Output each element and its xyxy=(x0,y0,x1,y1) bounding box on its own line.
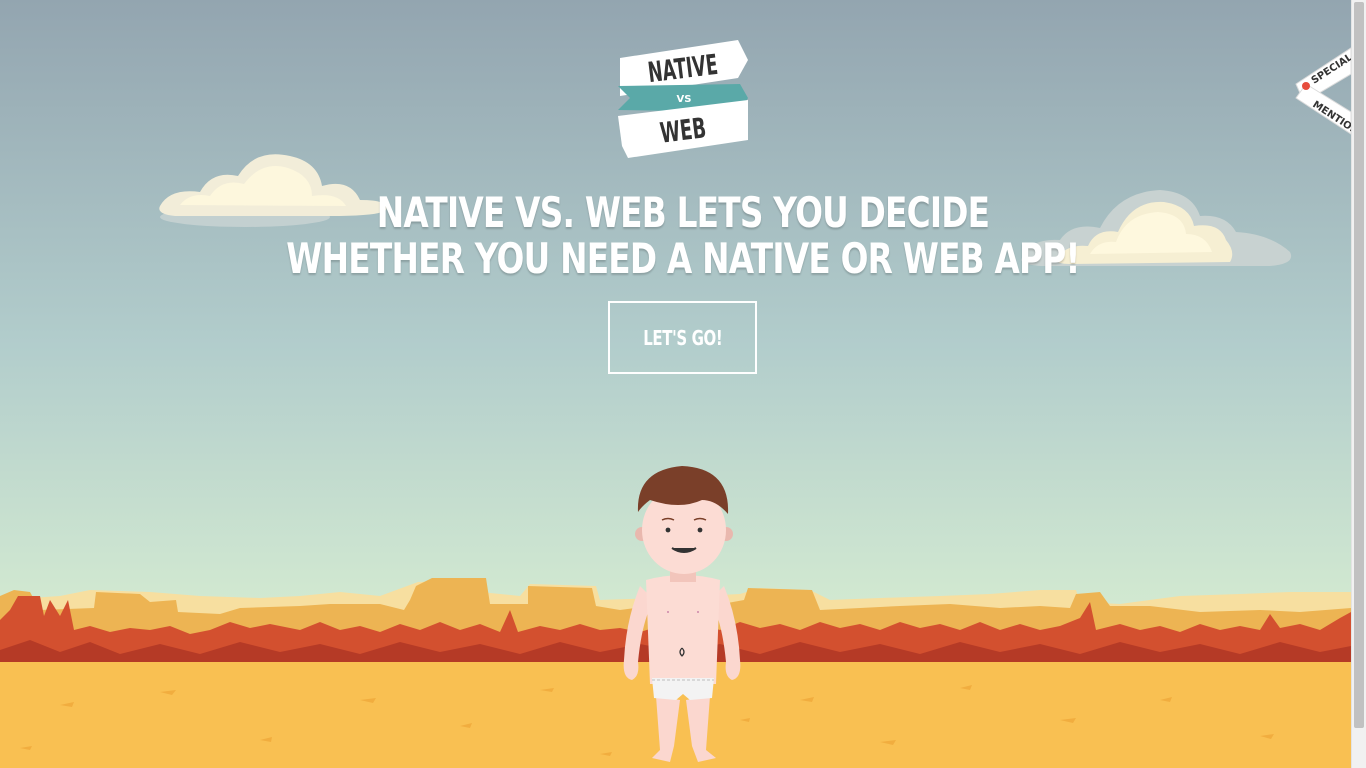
headline-line-1: NATIVE VS. WEB LETS YOU DECIDE xyxy=(376,188,990,237)
lets-go-label: LET'S GO! xyxy=(642,325,723,350)
logo-vs-text: VS xyxy=(677,94,692,105)
logo-web-text: WEB xyxy=(658,111,708,149)
landing-page: NATIVE VS WEB SPECIAL MENTION NATIVE VS.… xyxy=(0,0,1366,768)
logo: NATIVE VS WEB xyxy=(618,40,748,158)
desert-scene: NATIVE VS WEB SPECIAL MENTION xyxy=(0,0,1351,768)
hero-headline: NATIVE VS. WEB LETS YOU DECIDE WHETHER Y… xyxy=(150,190,1215,282)
headline-line-2: WHETHER YOU NEED A NATIVE OR WEB APP! xyxy=(286,234,1080,283)
awwwards-logo-icon xyxy=(1302,82,1310,90)
vertical-scrollbar[interactable] xyxy=(1351,0,1366,768)
scrollbar-thumb[interactable] xyxy=(1354,2,1364,728)
lets-go-button[interactable]: LET'S GO! xyxy=(608,301,757,374)
